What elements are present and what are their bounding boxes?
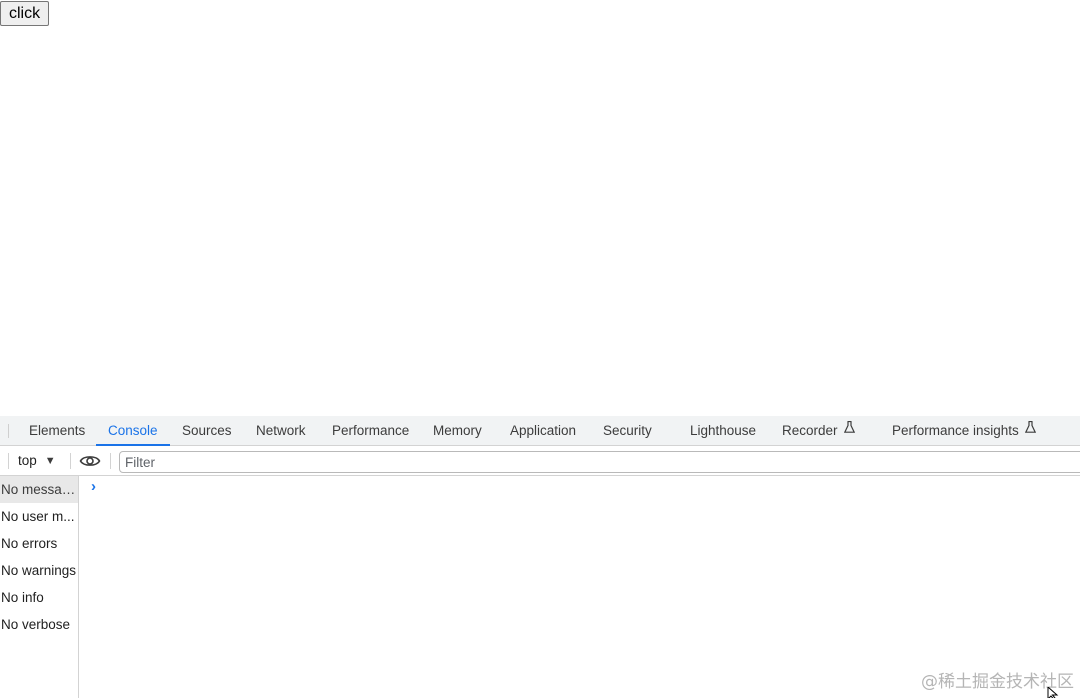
sidebar-item-errors[interactable]: No errors [0,530,78,557]
tab-performance[interactable]: Performance [320,416,421,446]
tab-elements[interactable]: Elements [17,416,97,446]
tab-label: Application [510,423,577,438]
sidebar-item-verbose[interactable]: No verbose [0,611,78,638]
tab-label: Performance insights [892,423,1019,438]
tab-memory[interactable]: Memory [421,416,494,446]
tab-security[interactable]: Security [591,416,664,446]
console-toolbar: top ▼ [0,446,1080,476]
sidebar-item-messages[interactable]: No messag... [0,476,78,503]
sidebar-item-warnings[interactable]: No warnings [0,557,78,584]
console-sidebar: No messag... No user m... No errors No w… [0,476,79,698]
tab-label: Elements [29,423,86,438]
devtools-panel: Elements Console Sources Network Perform… [0,416,1080,698]
tab-label: Performance [332,423,410,438]
toolbar-divider [8,453,9,469]
context-label: top [18,453,37,468]
sidebar-item-user-messages[interactable]: No user m... [0,503,78,530]
tab-label: Security [603,423,652,438]
tab-console[interactable]: Console [96,416,170,446]
tab-recorder[interactable]: Recorder [770,416,867,446]
tab-label: Lighthouse [690,423,757,438]
chevron-right-icon: › [91,478,96,495]
toolbar-divider [110,453,111,469]
flask-icon [1024,414,1036,444]
devtools-tab-bar: Elements Console Sources Network Perform… [0,416,1080,446]
tab-sources[interactable]: Sources [170,416,244,446]
mouse-cursor-icon [1047,685,1059,698]
context-selector[interactable]: top ▼ [18,446,56,476]
page-content: click [0,0,1080,416]
flask-icon [843,414,855,444]
tab-label: Network [256,423,306,438]
tab-performance-insights[interactable]: Performance insights [880,416,1048,446]
sidebar-item-info[interactable]: No info [0,584,78,611]
filter-input[interactable] [119,451,1080,473]
console-input[interactable] [109,476,1069,500]
tab-application[interactable]: Application [498,416,588,446]
tab-label: Recorder [782,423,838,438]
console-prompt[interactable]: › [79,476,1080,500]
tab-bar-divider [8,424,9,438]
tab-lighthouse[interactable]: Lighthouse [678,416,768,446]
click-button[interactable]: click [0,1,50,26]
tab-label: Console [108,423,158,438]
toolbar-divider [70,453,71,469]
browser-viewport: click Elements Console Sources Network P… [0,0,1080,698]
tab-network[interactable]: Network [244,416,318,446]
eye-icon[interactable] [79,452,101,470]
tab-label: Sources [182,423,232,438]
tab-label: Memory [433,423,482,438]
caret-down-icon: ▼ [44,455,56,467]
console-body: No messag... No user m... No errors No w… [0,476,1080,698]
console-output: › [79,476,1080,698]
